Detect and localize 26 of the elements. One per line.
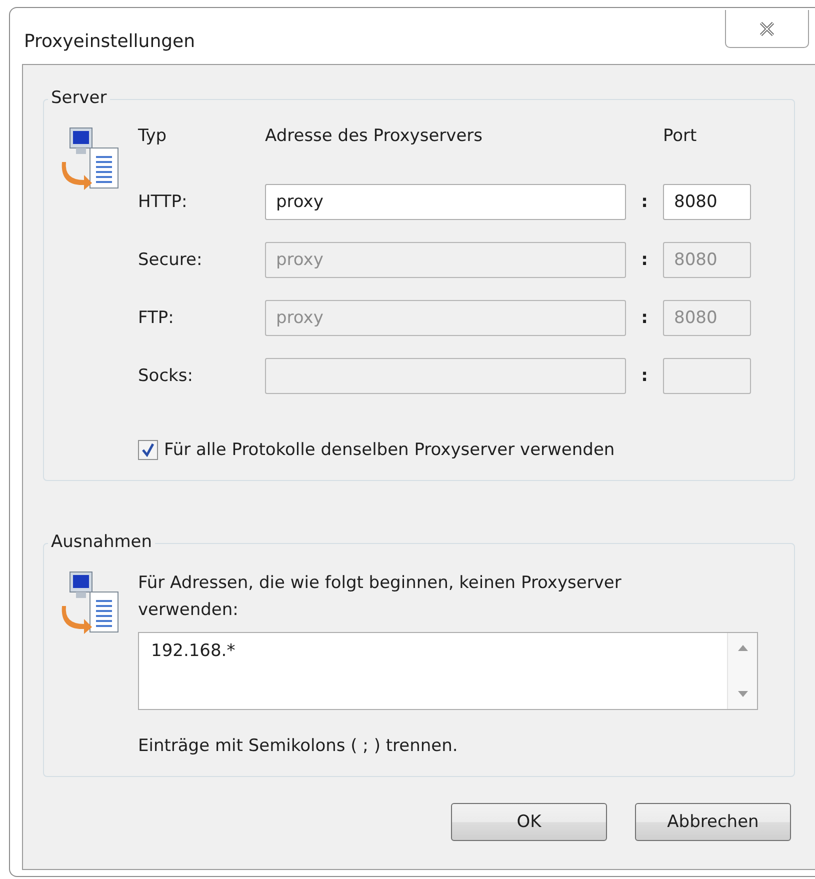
cancel-button[interactable]: Abbrechen (635, 803, 791, 841)
port-separator: : (641, 192, 648, 212)
description-text: Für Adressen, die wie folgt beginnen, keinen Proxyserver verwenden: (138, 572, 622, 622)
protocol-label: FTP: (138, 308, 175, 328)
hint-text: Einträge mit Semikolons ( ; ) trennen. (138, 736, 459, 756)
scroll-down-icon[interactable] (738, 691, 748, 697)
port-separator: : (641, 366, 648, 386)
exceptions-field[interactable]: 192.168.* (138, 632, 758, 710)
checkbox-label: Für alle Protokolle denselben Proxyserver verwenden (164, 440, 615, 460)
close-icon (759, 22, 775, 36)
ok-button[interactable]: OK (451, 803, 607, 841)
checkbox[interactable] (138, 440, 158, 460)
address-field[interactable]: proxy (265, 184, 626, 220)
window-title: Proxyeinstellungen (24, 30, 196, 52)
protocol-label: Secure: (138, 250, 204, 270)
protocol-label: Socks: (138, 366, 194, 386)
port-field[interactable]: 8080 (663, 184, 751, 220)
port-separator: : (641, 250, 648, 270)
protocol-label: HTTP: (138, 192, 188, 212)
column-header: Adresse des Proxyservers (265, 126, 484, 146)
port-separator: : (641, 308, 648, 328)
scroll-up-icon[interactable] (738, 645, 748, 651)
close-button[interactable] (725, 10, 809, 48)
scrollbar[interactable] (727, 633, 757, 709)
column-header: Port (663, 126, 698, 146)
column-header: Typ (138, 126, 168, 146)
